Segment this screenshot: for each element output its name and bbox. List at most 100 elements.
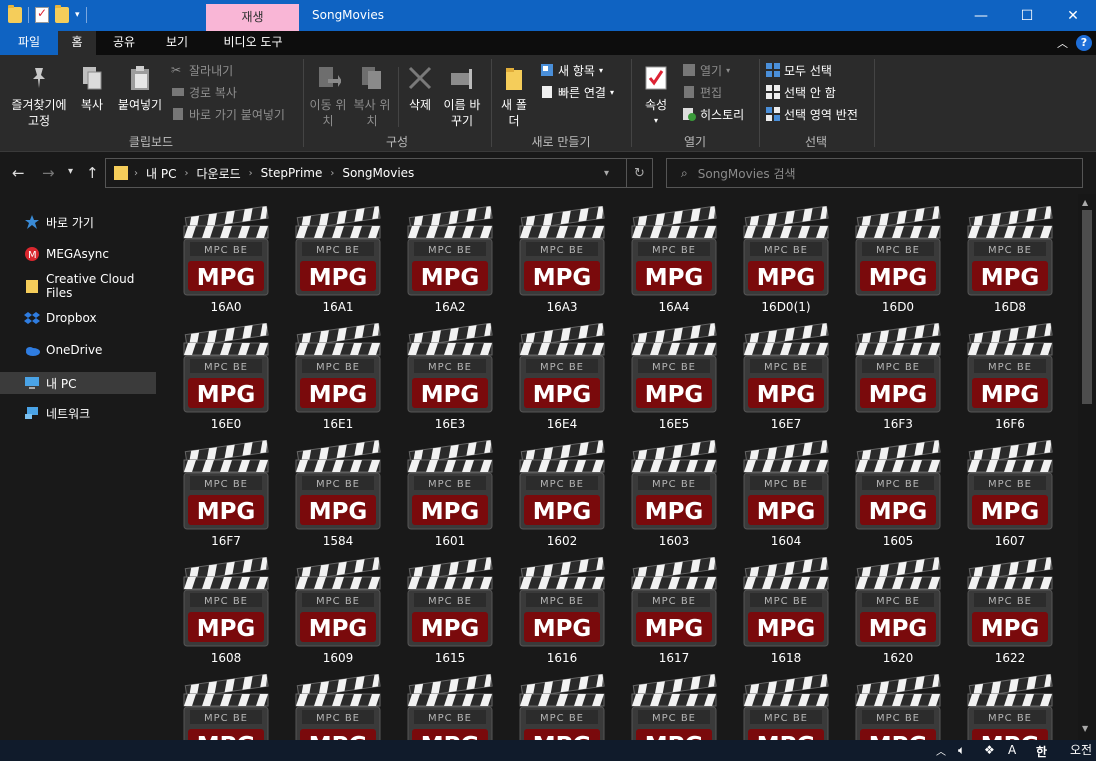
move-to-button[interactable]: 이동 위치 [308, 65, 348, 129]
breadcrumb-songmovies[interactable]: SongMovies [342, 166, 414, 180]
copy-button[interactable]: 복사 [76, 65, 108, 113]
file-item[interactable]: MPC BE MPG 1607 [958, 438, 1062, 554]
file-item[interactable]: MPC BE MPG 16F6 [958, 321, 1062, 437]
invert-selection-button[interactable]: 선택 영역 반전 [766, 105, 858, 123]
nav-item-onedrive[interactable]: OneDrive [0, 339, 156, 361]
edit-button[interactable]: 편집 [682, 83, 722, 101]
file-item[interactable]: MPC BE MPG 16F7 [174, 438, 278, 554]
rename-button[interactable]: 이름 바꾸기 [442, 65, 482, 129]
copy-path-button[interactable]: 경로 복사 [171, 83, 237, 101]
select-all-button[interactable]: 모두 선택 [766, 61, 832, 79]
nav-item-quick-access[interactable]: 바로 가기 [0, 211, 156, 233]
file-item[interactable]: MPC BE MPG 1601 [398, 438, 502, 554]
new-folder-button[interactable]: 새 폴더 [498, 65, 530, 129]
easy-access-button[interactable]: 빠른 연결 ▾ [540, 83, 614, 101]
properties-button[interactable]: 속성 ▾ [638, 65, 674, 129]
file-item[interactable]: MPC BE MPG 16E3 [398, 321, 502, 437]
file-item[interactable]: MPC BE MPG 1602 [510, 438, 614, 554]
vertical-scrollbar[interactable]: ▲ ▼ [1078, 194, 1096, 740]
cut-button[interactable]: ✂ 잘라내기 [171, 61, 233, 79]
nav-item-megasync[interactable]: M MEGAsync [0, 243, 156, 265]
file-item[interactable]: MPC BE MPG 16D0 [846, 204, 950, 320]
collapse-ribbon-icon[interactable]: ︿ [1057, 35, 1068, 51]
file-item[interactable]: MPC BE MPG 16A0 [174, 204, 278, 320]
clock[interactable]: 오전 [1070, 741, 1092, 758]
tab-view[interactable]: 보기 [152, 31, 202, 55]
file-item[interactable]: MPC BE MPG [398, 672, 502, 740]
select-none-button[interactable]: 선택 안 함 [766, 83, 836, 101]
new-folder-icon[interactable] [55, 5, 69, 23]
nav-item-this-pc[interactable]: 내 PC [0, 372, 156, 394]
breadcrumb-this-pc[interactable]: 내 PC [146, 165, 176, 182]
address-bar[interactable]: › 내 PC › 다운로드 › StepPrime › SongMovies ▾… [105, 158, 653, 188]
file-item[interactable]: MPC BE MPG 1617 [622, 555, 726, 671]
dropbox-tray-icon[interactable]: ❖ [984, 743, 995, 757]
up-arrow-icon[interactable]: ↑ [86, 164, 99, 182]
file-item[interactable]: MPC BE MPG 16E7 [734, 321, 838, 437]
search-box[interactable]: ⌕ SongMovies 검색 [666, 158, 1083, 188]
customize-dropdown-icon[interactable]: ▾ [75, 10, 80, 20]
file-item[interactable]: MPC BE MPG 1604 [734, 438, 838, 554]
refresh-icon[interactable]: ↻ [634, 166, 645, 181]
breadcrumb-stepprime[interactable]: StepPrime [261, 166, 323, 180]
open-button[interactable]: 열기 ▾ [682, 61, 730, 79]
file-item[interactable]: MPC BE MPG [734, 672, 838, 740]
file-item[interactable]: MPC BE MPG 1584 [286, 438, 390, 554]
file-item[interactable]: MPC BE MPG 1622 [958, 555, 1062, 671]
scroll-down-arrow-icon[interactable]: ▼ [1082, 724, 1088, 733]
nav-item-dropbox[interactable]: Dropbox [0, 307, 156, 329]
file-item[interactable]: MPC BE MPG 1620 [846, 555, 950, 671]
breadcrumb-downloads[interactable]: 다운로드 [196, 165, 240, 182]
file-item[interactable]: MPC BE MPG 16A4 [622, 204, 726, 320]
file-item[interactable]: MPC BE MPG 16E1 [286, 321, 390, 437]
file-item[interactable]: MPC BE MPG 1608 [174, 555, 278, 671]
file-item[interactable]: MPC BE MPG [510, 672, 614, 740]
show-hidden-icons-icon[interactable]: ︿ [936, 743, 946, 758]
new-item-button[interactable]: 새 항목 ▾ [540, 61, 603, 79]
file-item[interactable]: MPC BE MPG 16D8 [958, 204, 1062, 320]
file-item[interactable]: MPC BE MPG 16D0(1) [734, 204, 838, 320]
file-item[interactable]: MPC BE MPG [958, 672, 1062, 740]
file-item[interactable]: MPC BE MPG 1605 [846, 438, 950, 554]
tab-video-tools[interactable]: 비디오 도구 [208, 31, 298, 55]
properties-icon[interactable] [35, 6, 49, 23]
scrollbar-thumb[interactable] [1082, 210, 1092, 404]
file-item[interactable]: MPC BE MPG 1603 [622, 438, 726, 554]
file-item[interactable]: MPC BE MPG 1616 [510, 555, 614, 671]
file-item[interactable]: MPC BE MPG [174, 672, 278, 740]
file-item[interactable]: MPC BE MPG 16E0 [174, 321, 278, 437]
file-item[interactable]: MPC BE MPG 16A2 [398, 204, 502, 320]
file-item[interactable]: MPC BE MPG 1618 [734, 555, 838, 671]
scroll-up-arrow-icon[interactable]: ▲ [1082, 198, 1088, 207]
pin-quick-access-button[interactable]: 즐겨찾기에 고정 [4, 65, 74, 129]
address-dropdown-icon[interactable]: ▾ [604, 168, 609, 179]
forward-arrow-icon[interactable]: → [42, 164, 55, 182]
back-arrow-icon[interactable]: ← [12, 164, 25, 182]
file-item[interactable]: MPC BE MPG [622, 672, 726, 740]
file-item[interactable]: MPC BE MPG 16A3 [510, 204, 614, 320]
nav-item-network[interactable]: 네트워크 [0, 402, 156, 424]
file-item[interactable]: MPC BE MPG 16A1 [286, 204, 390, 320]
input-mode-indicator[interactable]: A [1008, 743, 1016, 757]
close-button[interactable]: ✕ [1050, 0, 1096, 31]
ime-indicator[interactable]: 한 [1036, 743, 1047, 760]
contextual-tab-play[interactable]: 재생 [206, 4, 299, 31]
minimize-button[interactable]: — [958, 0, 1004, 31]
paste-shortcut-button[interactable]: 바로 가기 붙여넣기 [171, 105, 285, 123]
delete-button[interactable]: 삭제 [402, 65, 438, 113]
file-item[interactable]: MPC BE MPG [846, 672, 950, 740]
maximize-button[interactable]: ☐ [1004, 0, 1050, 31]
volume-icon[interactable]: 🔈︎ [958, 743, 965, 758]
copy-to-button[interactable]: 복사 위치 [352, 65, 392, 129]
file-item[interactable]: MPC BE MPG 16F3 [846, 321, 950, 437]
help-icon[interactable]: ? [1076, 35, 1092, 51]
file-item[interactable]: MPC BE MPG 1615 [398, 555, 502, 671]
file-item[interactable]: MPC BE MPG 16E5 [622, 321, 726, 437]
nav-item-creative-cloud[interactable]: Creative Cloud Files [0, 272, 156, 300]
tab-home[interactable]: 홈 [58, 31, 96, 55]
recent-locations-chevron-icon[interactable]: ▾ [68, 166, 73, 177]
paste-button[interactable]: 붙여넣기 [114, 65, 166, 113]
file-item[interactable]: MPC BE MPG [286, 672, 390, 740]
file-item[interactable]: MPC BE MPG 1609 [286, 555, 390, 671]
tab-share[interactable]: 공유 [100, 31, 148, 55]
